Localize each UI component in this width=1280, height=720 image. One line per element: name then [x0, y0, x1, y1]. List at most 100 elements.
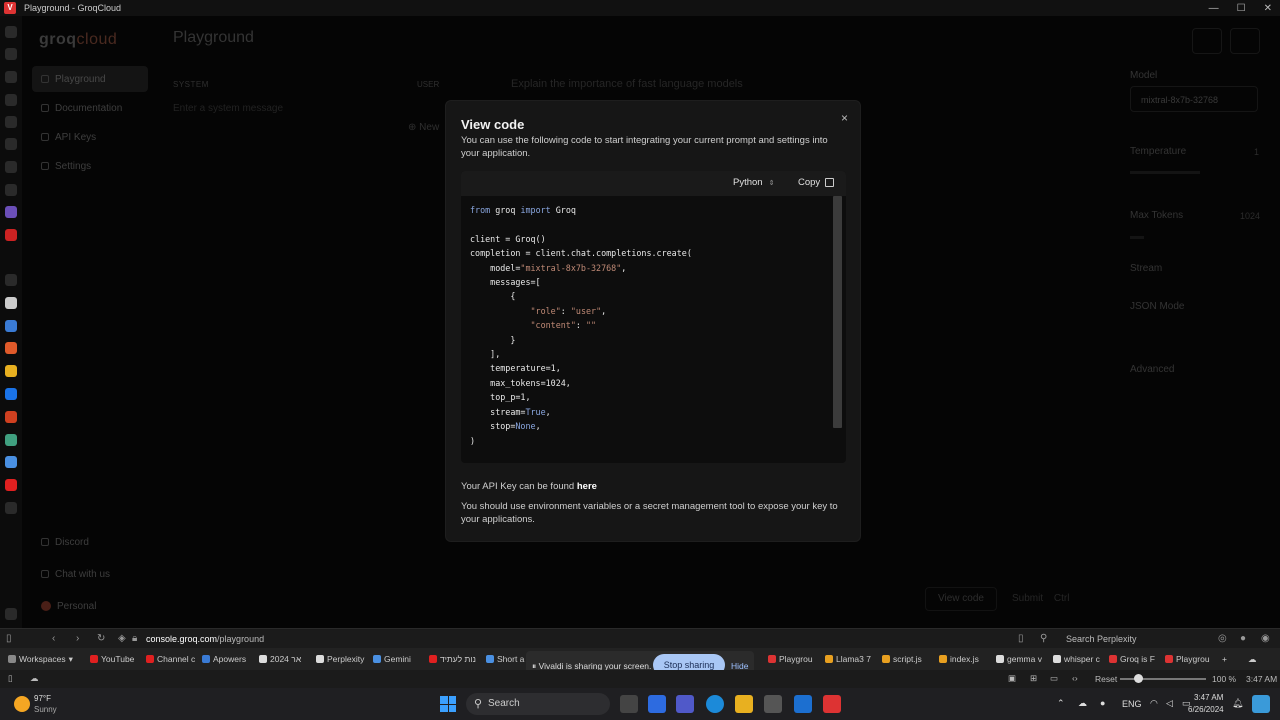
notifications-bell-icon[interactable]: 🔔︎ — [1232, 698, 1243, 709]
search-perplexity-input[interactable]: Search Perplexity — [1050, 631, 1188, 647]
window-icon[interactable]: ▭ — [1050, 673, 1058, 684]
web-panel-icon-6[interactable] — [5, 456, 17, 468]
new-tab-button[interactable]: + — [1222, 652, 1227, 666]
taskbar-date[interactable]: 6/26/2024 — [1188, 705, 1224, 714]
sidebar-item-api-keys[interactable]: API Keys — [32, 124, 148, 150]
layout-toggle-button-2[interactable] — [1230, 28, 1260, 54]
web-panel-icon[interactable] — [5, 274, 17, 286]
bookmarks-icon[interactable] — [5, 26, 17, 38]
sidebar-item-settings[interactable]: Settings — [32, 153, 148, 179]
tiling-icon[interactable]: ⊞ — [1030, 673, 1037, 684]
bookmark-icon[interactable]: ▯ — [1018, 633, 1024, 644]
code-content[interactable]: from groq import Groq client = Groq() co… — [470, 203, 692, 448]
onedrive-icon[interactable]: ☁ — [1078, 698, 1087, 709]
tab-playground-active[interactable]: Playgrou — [1165, 652, 1215, 666]
youtube-panel-icon[interactable] — [5, 479, 17, 491]
reload-icon[interactable]: ↻ — [97, 633, 105, 644]
maximize-button[interactable]: ☐ — [1237, 3, 1246, 14]
system-message-input[interactable]: Enter a system message — [173, 103, 283, 114]
tab-script-js[interactable]: script.js — [882, 652, 932, 666]
tab-groq-is[interactable]: Groq is F — [1109, 652, 1159, 666]
zoom-slider-handle[interactable] — [1134, 674, 1143, 683]
profile-avatar-icon[interactable]: ◉ — [1261, 633, 1270, 644]
wifi-icon[interactable]: ◠ — [1150, 698, 1158, 709]
panel-toggle-icon[interactable]: ▯ — [6, 633, 12, 644]
max-tokens-slider[interactable] — [1130, 236, 1144, 239]
sidebar-item-discord[interactable]: Discord — [32, 528, 148, 556]
extension-icon-2[interactable]: ● — [1240, 633, 1246, 644]
tab-channel[interactable]: Channel c — [146, 652, 196, 666]
volume-icon[interactable]: ◁ — [1166, 698, 1173, 709]
web-panel-icon-4[interactable] — [5, 411, 17, 423]
language-select[interactable]: Python ⇕ — [733, 177, 774, 188]
sidebar-item-playground[interactable]: Playground — [32, 66, 148, 92]
tab-apowersoft[interactable]: Apowers — [202, 652, 252, 666]
tab-perplexity[interactable]: Perplexity — [316, 652, 366, 666]
vivaldi-app-icon[interactable] — [823, 695, 841, 713]
taskbar-search-input[interactable]: Search — [466, 693, 610, 715]
gemini-panel-icon[interactable] — [5, 320, 17, 332]
user-message-input[interactable]: Explain the importance of fast language … — [511, 78, 743, 90]
sidebar-item-personal[interactable]: Personal — [32, 592, 148, 620]
capture-icon[interactable]: ▣ — [1008, 673, 1016, 684]
tab-gemini[interactable]: Gemini — [373, 652, 423, 666]
url-field[interactable]: console.groq.com/playground — [146, 634, 264, 644]
tab-gemma[interactable]: gemma v — [996, 652, 1046, 666]
forward-icon[interactable]: › — [76, 633, 79, 644]
history-icon[interactable] — [5, 94, 17, 106]
language-indicator[interactable]: ENG — [1122, 699, 1142, 709]
mail-icon[interactable] — [5, 184, 17, 196]
web-panel-icon-2[interactable] — [5, 342, 17, 354]
model-select[interactable]: mixtral-8x7b-32768 — [1130, 86, 1258, 112]
settings-gear-icon[interactable] — [5, 608, 17, 620]
tab-index-js[interactable]: index.js — [939, 652, 989, 666]
web-panel-icon-5[interactable] — [5, 434, 17, 446]
tab-short[interactable]: Short a — [486, 652, 526, 666]
code-icon[interactable]: ‹› — [1072, 673, 1078, 683]
new-message-button[interactable]: ⊕ New — [408, 122, 439, 133]
copilot-icon[interactable] — [1252, 695, 1270, 713]
tab-playground-1[interactable]: Playgrou — [768, 652, 818, 666]
cloud-icon[interactable]: ☁ — [30, 673, 39, 684]
temperature-slider[interactable] — [1130, 171, 1200, 174]
web-panel-icon-3[interactable] — [5, 365, 17, 377]
bing-panel-icon[interactable] — [5, 388, 17, 400]
mail-app-icon[interactable] — [794, 695, 812, 713]
edge-app-icon[interactable] — [706, 695, 724, 713]
tab-llama3[interactable]: Llama3 7 — [825, 652, 875, 666]
tab-whisper[interactable]: whisper c — [1053, 652, 1103, 666]
shield-icon[interactable]: ◈ — [118, 633, 126, 644]
translate-icon[interactable] — [5, 138, 17, 150]
sidebar-item-chat[interactable]: Chat with us — [32, 560, 148, 588]
view-code-button[interactable]: View code — [925, 587, 997, 611]
microphone-icon[interactable]: ● — [1100, 698, 1105, 708]
teams-app-icon[interactable] — [676, 695, 694, 713]
zoom-reset-button[interactable]: Reset — [1095, 674, 1117, 684]
lock-icon[interactable]: 🔒︎ — [132, 633, 137, 644]
tab-youtube[interactable]: YouTube — [90, 652, 140, 666]
back-icon[interactable]: ‹ — [52, 633, 55, 644]
api-key-link[interactable]: here — [577, 481, 597, 492]
panel-icon[interactable]: ▯ — [8, 673, 13, 684]
tray-chevron-icon[interactable]: ⌃ — [1057, 698, 1065, 709]
taskbar-time[interactable]: 3:47 AM — [1194, 693, 1223, 702]
weather-sun-icon[interactable] — [14, 696, 30, 712]
mastodon-icon[interactable] — [5, 206, 17, 218]
reading-list-icon[interactable] — [5, 48, 17, 60]
sidebar-item-documentation[interactable]: Documentation — [32, 95, 148, 121]
advanced-toggle[interactable]: Advanced — [1130, 364, 1174, 375]
calendar-icon[interactable] — [5, 161, 17, 173]
zoom-app-icon[interactable] — [648, 695, 666, 713]
tab-2024[interactable]: 2024 אר — [259, 652, 309, 666]
code-scrollbar[interactable] — [833, 196, 842, 428]
tab-hebrew[interactable]: נות לעתיד — [429, 652, 479, 666]
zoom-slider[interactable] — [1120, 678, 1206, 680]
task-view-icon[interactable] — [620, 695, 638, 713]
store-app-icon[interactable] — [764, 695, 782, 713]
extensions-icon[interactable]: ◎ — [1218, 633, 1227, 644]
close-icon[interactable]: × — [841, 111, 848, 125]
notes-icon[interactable] — [5, 116, 17, 128]
minimize-button[interactable]: — — [1209, 3, 1219, 14]
tab-workspaces[interactable]: Workspaces ▾ — [8, 652, 73, 666]
layout-toggle-button-1[interactable] — [1192, 28, 1222, 54]
